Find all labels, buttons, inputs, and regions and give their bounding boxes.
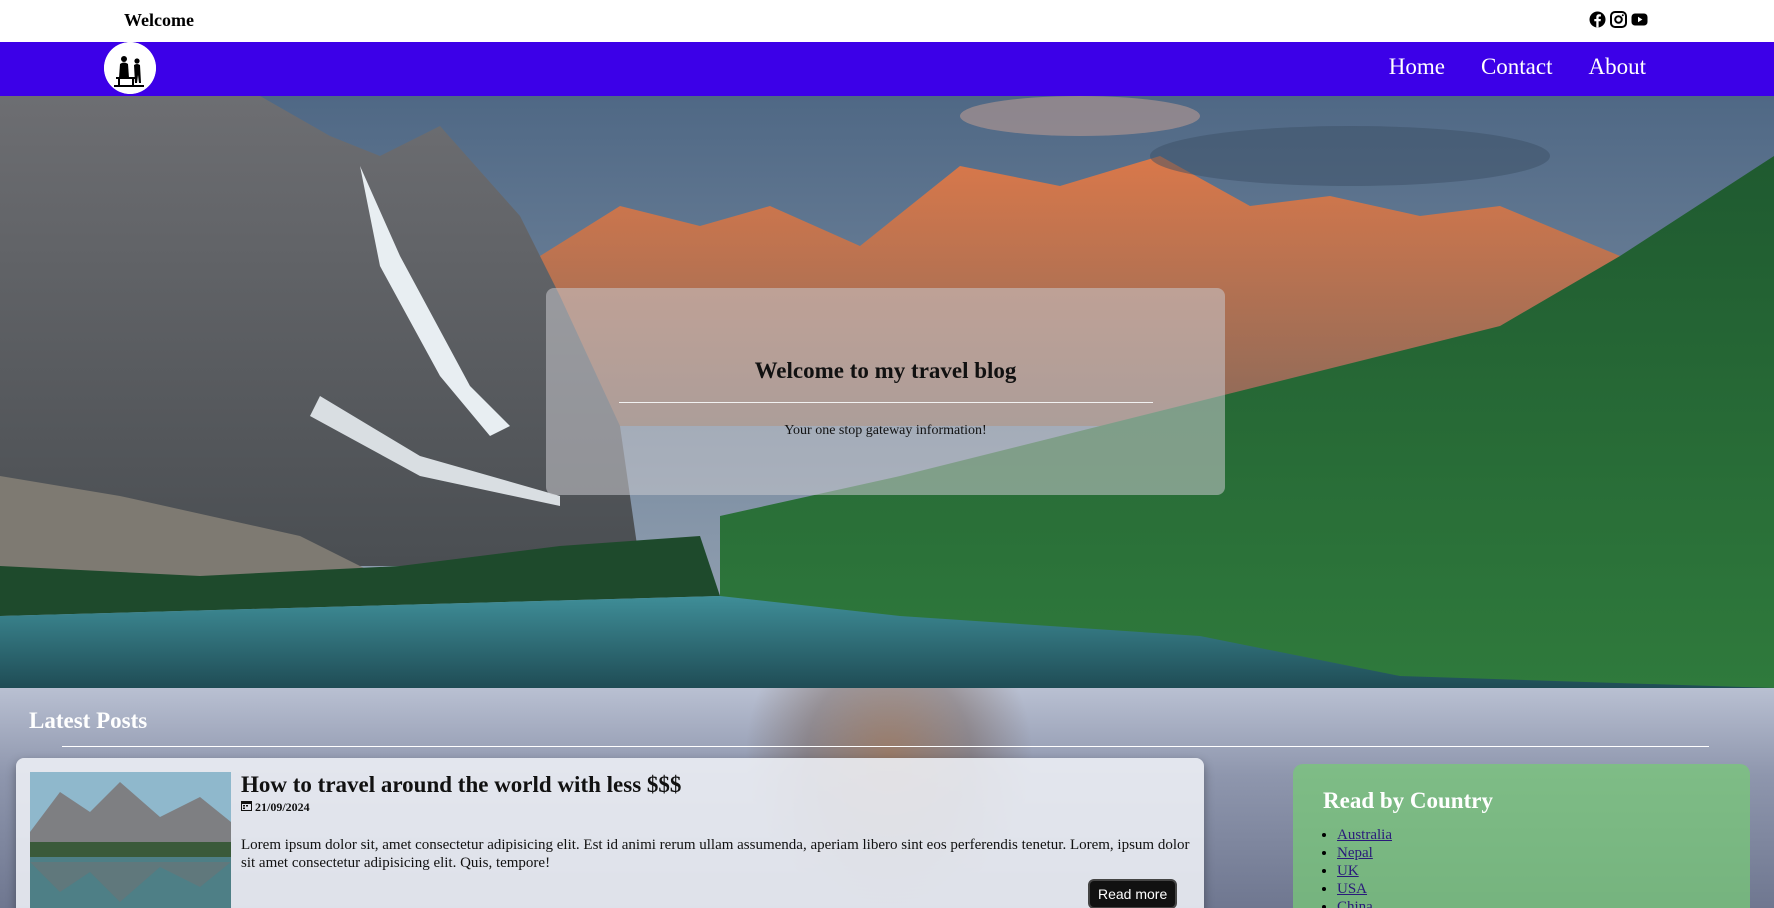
hero-banner: Welcome to my travel blog Your one stop …	[0, 96, 1774, 688]
country-item: China	[1337, 898, 1392, 908]
hero-title: Welcome to my travel blog	[754, 358, 1017, 383]
country-link-uk[interactable]: UK	[1337, 863, 1359, 879]
country-card: Read by Country Australia Nepal UK USA C…	[1293, 764, 1750, 908]
instagram-icon[interactable]	[1610, 11, 1627, 28]
calendar-icon	[241, 800, 252, 815]
site-logo[interactable]	[104, 42, 156, 94]
country-item: Nepal	[1337, 844, 1392, 862]
facebook-icon[interactable]	[1589, 11, 1606, 28]
post-date: 21/09/2024	[241, 800, 310, 815]
post-thumbnail[interactable]	[30, 772, 231, 908]
nav-home-link[interactable]: Home	[1389, 54, 1445, 80]
country-link-usa[interactable]: USA	[1337, 881, 1367, 897]
content-section: Latest Posts How to travel around the wo…	[0, 688, 1774, 908]
country-item: UK	[1337, 862, 1392, 880]
read-more-button[interactable]: Read more	[1088, 879, 1178, 908]
top-bar: Welcome	[0, 0, 1774, 42]
main-navbar: Home Contact About	[0, 42, 1774, 96]
country-link-nepal[interactable]: Nepal	[1337, 845, 1373, 861]
country-item: Australia	[1337, 826, 1392, 844]
hero-divider	[618, 402, 1153, 403]
country-heading: Read by Country	[1323, 788, 1493, 813]
latest-posts-divider	[62, 746, 1709, 747]
latest-posts-heading: Latest Posts	[29, 708, 148, 733]
post-date-text: 21/09/2024	[255, 800, 310, 814]
youtube-icon[interactable]	[1631, 11, 1648, 28]
country-link-china[interactable]: China	[1337, 899, 1373, 908]
hero-welcome-box: Welcome to my travel blog Your one stop …	[546, 288, 1225, 495]
nav-about-link[interactable]: About	[1589, 54, 1647, 80]
nav-links: Home Contact About	[1389, 54, 1646, 80]
country-item: USA	[1337, 880, 1392, 898]
post-title[interactable]: How to travel around the world with less…	[241, 772, 681, 798]
social-links	[1589, 11, 1648, 28]
welcome-text: Welcome	[124, 10, 194, 30]
nav-contact-link[interactable]: Contact	[1481, 54, 1553, 80]
country-list: Australia Nepal UK USA China	[1337, 826, 1392, 908]
post-excerpt: Lorem ipsum dolor sit, amet consectetur …	[241, 837, 1190, 871]
hero-subtitle: Your one stop gateway information!	[784, 423, 987, 438]
country-link-australia[interactable]: Australia	[1337, 827, 1392, 843]
post-card: How to travel around the world with less…	[16, 758, 1204, 908]
